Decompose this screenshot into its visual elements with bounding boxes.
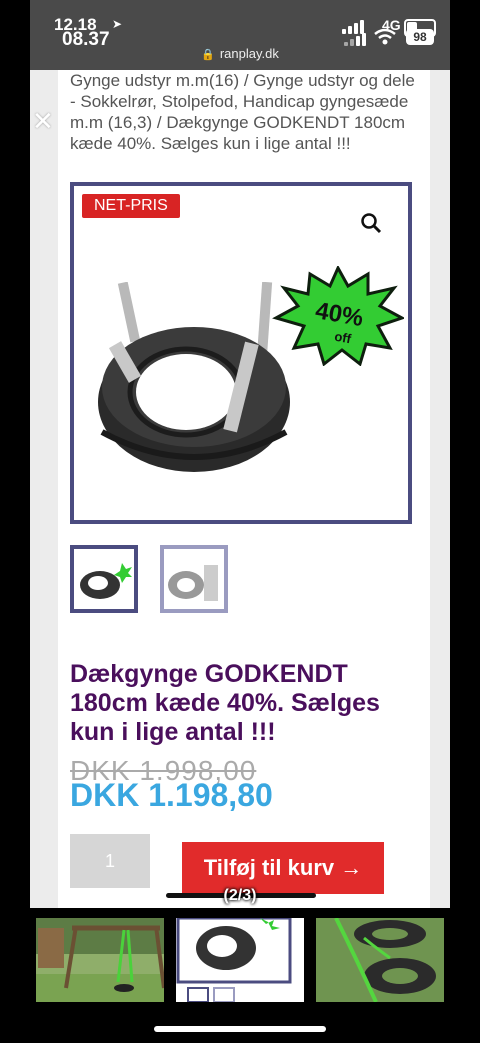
thumbnail-strip (70, 545, 270, 613)
product-thumbnail (176, 918, 304, 1002)
product-title: Dækgynge GODKENDT 180cm kæde 40%. Sælges… (70, 660, 380, 746)
gallery-thumb-3[interactable] (316, 918, 444, 1002)
battery-level: 98 (406, 29, 434, 45)
net-price-badge: NET-PRIS (82, 194, 180, 218)
breadcrumb[interactable]: Gynge udstyr m.m(16) / Gynge udstyr og d… (70, 70, 416, 154)
product-image[interactable]: NET-PRIS 40% off (70, 182, 412, 524)
url-text: ranplay.dk (219, 46, 279, 61)
gallery-thumb-2[interactable] (176, 918, 304, 1002)
tire-grass-photo (316, 918, 444, 1002)
address-bar[interactable]: 🔒 ranplay.dk (30, 46, 450, 61)
lock-icon: 🔒 (201, 49, 215, 61)
discount-off: off (333, 329, 353, 347)
new-price: DKK 1.198,80 (70, 777, 273, 813)
magnifier-icon[interactable] (360, 212, 382, 234)
thumbnail-tire-gray-icon (168, 565, 218, 601)
wifi-icon (374, 28, 396, 45)
thumbnail-2[interactable] (160, 545, 228, 613)
product-page: Gynge udstyr m.m(16) / Gynge udstyr og d… (58, 70, 430, 908)
gallery-thumb-1[interactable] (36, 918, 164, 1002)
gallery-thumbnail-strip (0, 918, 480, 1004)
status-bar: 12.18 ➤ 08.37 4G 98 🔒 ranplay.dk (30, 0, 450, 70)
signal-icon-secondary (344, 32, 366, 46)
browser-screenshot: 12.18 ➤ 08.37 4G 98 🔒 ranplay.dk Gynge ud… (30, 0, 450, 908)
home-indicator (154, 1026, 326, 1032)
gallery-counter: (2/3) (223, 887, 257, 904)
playground-photo (36, 918, 164, 1002)
location-arrow-icon: ➤ (112, 17, 123, 31)
thumbnail-tire-icon (80, 563, 132, 599)
close-icon[interactable]: ✕ (32, 106, 54, 137)
thumbnail-1[interactable] (70, 545, 138, 613)
quantity-input[interactable]: 1 (70, 834, 150, 888)
discount-starburst: 40% off (272, 266, 404, 366)
